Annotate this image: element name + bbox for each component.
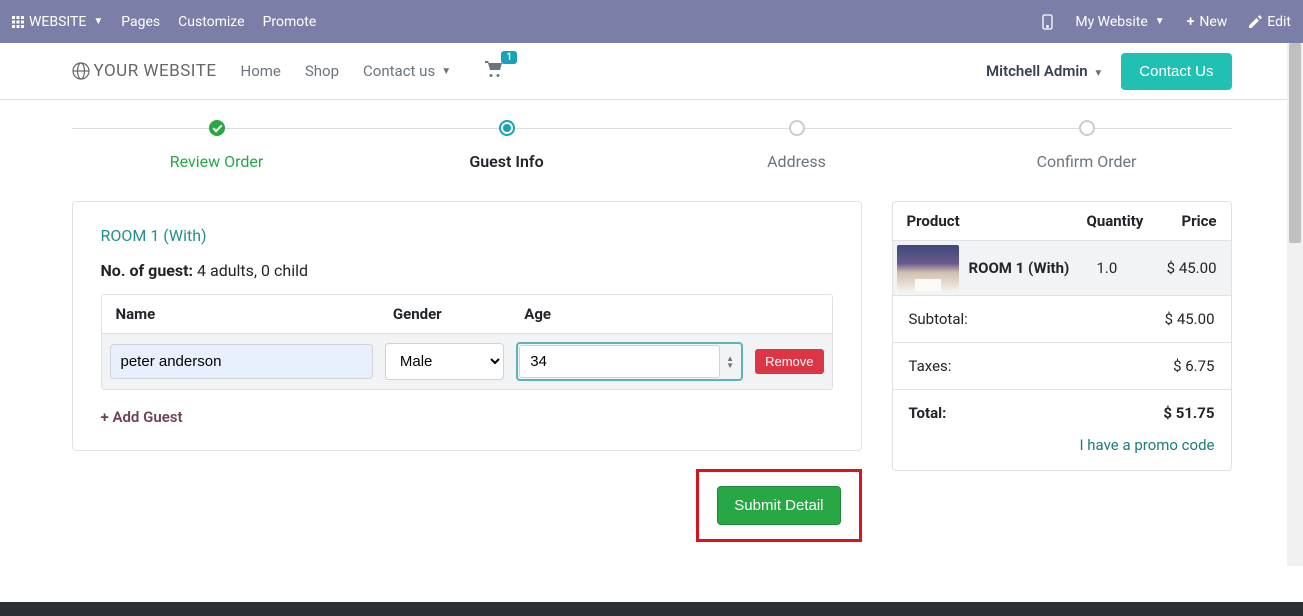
guest-name-input[interactable] xyxy=(110,344,373,379)
cart-count-badge: 1 xyxy=(501,51,517,64)
nav-home[interactable]: Home xyxy=(241,62,281,80)
caret-down-icon: ▼ xyxy=(1155,16,1165,27)
th-product: Product xyxy=(907,212,1087,230)
summary-taxes: Taxes: $ 6.75 xyxy=(893,343,1231,390)
active-dot-icon xyxy=(499,120,515,136)
promo-row: I have a promo code xyxy=(893,436,1231,470)
mobile-icon xyxy=(1042,14,1053,30)
grid-icon xyxy=(12,16,24,28)
nav-contact-caret: ▼ xyxy=(441,66,451,77)
pencil-icon xyxy=(1249,15,1262,28)
guest-gender-select[interactable]: Male xyxy=(385,343,504,380)
checkout-wizard: Review Order Guest Info Address Confirm … xyxy=(72,120,1232,171)
vertical-scrollbar[interactable] xyxy=(1287,43,1303,566)
globe-icon xyxy=(72,62,90,80)
new-button[interactable]: + New xyxy=(1187,14,1228,30)
item-qty: 1.0 xyxy=(1097,259,1147,277)
mobile-preview[interactable] xyxy=(1042,14,1053,30)
number-spinner[interactable]: ▲▼ xyxy=(720,345,740,378)
caret-down-icon: ▼ xyxy=(93,16,103,27)
promote-link[interactable]: Promote xyxy=(263,14,317,30)
room-title: ROOM 1 (With) xyxy=(101,226,833,245)
guest-count: No. of guest: 4 adults, 0 child xyxy=(101,261,833,280)
remove-guest-button[interactable]: Remove xyxy=(755,349,823,374)
caret-down-icon: ▼ xyxy=(1093,68,1103,79)
subtotal-label: Subtotal: xyxy=(909,310,968,328)
contact-us-button[interactable]: Contact Us xyxy=(1121,53,1231,90)
footer xyxy=(0,602,1303,616)
taxes-value: $ 6.75 xyxy=(1173,357,1214,375)
website-menu[interactable]: WEBSITE ▼ xyxy=(12,14,103,30)
user-dropdown[interactable]: Mitchell Admin ▼ xyxy=(986,62,1103,80)
submit-highlight: Submit Detail xyxy=(696,469,861,542)
th-price: Price xyxy=(1157,212,1217,230)
nav-contact[interactable]: Contact us xyxy=(363,62,435,80)
guest-count-value: 4 adults, 0 child xyxy=(197,261,308,280)
guest-count-label: No. of guest: xyxy=(101,261,194,280)
user-label: Mitchell Admin xyxy=(986,62,1088,80)
guest-row: Male ▲▼ Remove xyxy=(102,334,832,390)
subtotal-value: $ 45.00 xyxy=(1165,310,1215,328)
pages-link[interactable]: Pages xyxy=(121,14,160,30)
nav-shop[interactable]: Shop xyxy=(305,62,339,80)
th-age: Age xyxy=(510,295,749,334)
wizard-step-address[interactable]: Address xyxy=(652,120,942,171)
summary-total: Total: $ 51.75 xyxy=(893,390,1231,436)
empty-dot-icon xyxy=(789,120,805,136)
cart-button[interactable]: 1 xyxy=(485,61,503,81)
summary-line-item: ROOM 1 (With) 1.0 $ 45.00 xyxy=(893,240,1231,296)
brand[interactable]: YOUR WEBSITE xyxy=(72,61,217,81)
empty-dot-icon xyxy=(1079,120,1095,136)
th-quantity: Quantity xyxy=(1087,212,1157,230)
new-label: New xyxy=(1199,14,1227,30)
item-price: $ 45.00 xyxy=(1147,259,1217,277)
total-value: $ 51.75 xyxy=(1163,404,1214,422)
product-thumbnail xyxy=(897,245,959,291)
th-gender: Gender xyxy=(379,295,510,334)
plus-icon: + xyxy=(1187,14,1195,30)
check-icon xyxy=(209,120,225,136)
summary-subtotal: Subtotal: $ 45.00 xyxy=(893,296,1231,343)
scrollbar-thumb[interactable] xyxy=(1289,43,1301,243)
wizard-step-label: Address xyxy=(652,152,942,171)
wizard-step-confirm[interactable]: Confirm Order xyxy=(942,120,1232,171)
mysite-label: My Website xyxy=(1075,14,1147,30)
total-label: Total: xyxy=(909,404,947,422)
edit-button[interactable]: Edit xyxy=(1249,14,1291,30)
brand-label: YOUR WEBSITE xyxy=(94,61,217,81)
customize-link[interactable]: Customize xyxy=(178,14,244,30)
site-nav: YOUR WEBSITE Home Shop Contact us ▼ 1 Mi… xyxy=(0,43,1303,100)
promo-code-link[interactable]: I have a promo code xyxy=(1080,436,1215,454)
th-name: Name xyxy=(102,295,379,334)
guest-age-input[interactable] xyxy=(519,345,720,378)
guest-table: Name Gender Age Male xyxy=(101,294,833,390)
guest-info-card: ROOM 1 (With) No. of guest: 4 adults, 0 … xyxy=(72,201,862,451)
admin-topbar: WEBSITE ▼ Pages Customize Promote My Web… xyxy=(0,0,1303,43)
wizard-step-label: Guest Info xyxy=(362,152,652,171)
add-guest-button[interactable]: + Add Guest xyxy=(101,408,183,426)
wizard-step-review[interactable]: Review Order xyxy=(72,120,362,171)
wizard-step-label: Confirm Order xyxy=(942,152,1232,171)
submit-detail-button[interactable]: Submit Detail xyxy=(717,486,840,525)
cart-icon xyxy=(485,61,503,77)
wizard-step-label: Review Order xyxy=(72,152,362,171)
mysite-dropdown[interactable]: My Website ▼ xyxy=(1075,14,1164,30)
order-summary: Product Quantity Price ROOM 1 (With) 1.0… xyxy=(892,201,1232,471)
wizard-step-guest[interactable]: Guest Info xyxy=(362,120,652,171)
taxes-label: Taxes: xyxy=(909,357,952,375)
website-menu-label: WEBSITE xyxy=(29,14,86,30)
item-name: ROOM 1 (With) xyxy=(969,259,1097,277)
edit-label: Edit xyxy=(1267,14,1291,30)
